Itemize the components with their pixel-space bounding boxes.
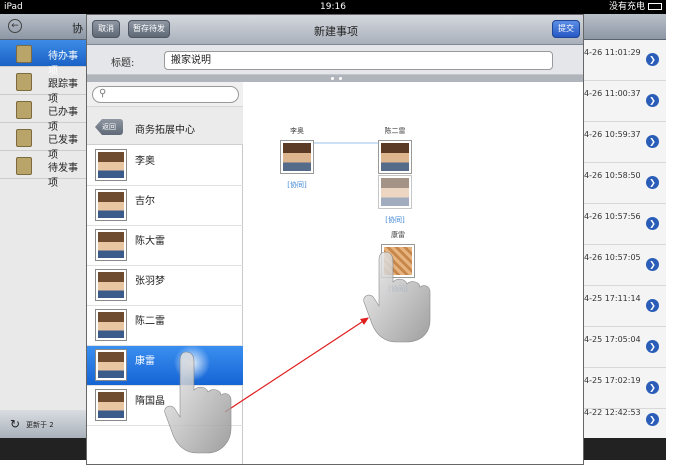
drag-arrow-icon — [224, 317, 370, 413]
hand-pointer-icon — [363, 251, 431, 343]
gesture-overlay — [164, 251, 431, 454]
